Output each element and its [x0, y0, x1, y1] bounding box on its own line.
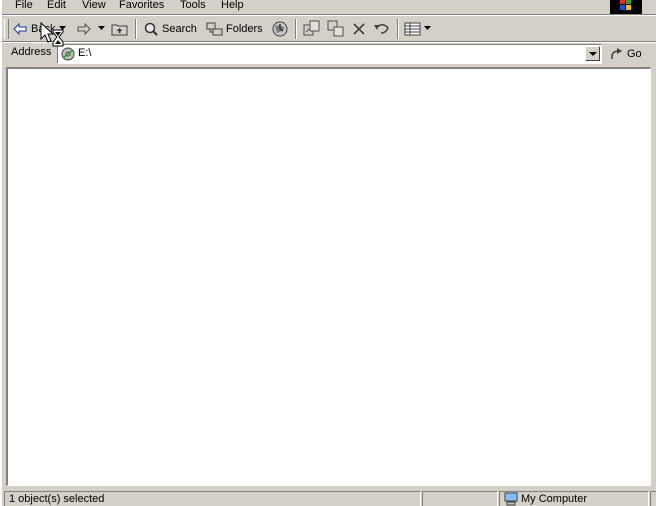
up-button[interactable]: [111, 18, 129, 40]
toolbar-separator: [295, 19, 297, 39]
views-dropdown-arrow-icon[interactable]: [424, 26, 431, 30]
address-value: E:\: [78, 47, 92, 59]
search-label: Search: [162, 23, 197, 35]
up-folder-icon: [111, 24, 128, 36]
back-button[interactable]: Back: [12, 18, 55, 40]
menu-bar: File Edit View Favorites Tools Help: [2, 0, 656, 16]
undo-button[interactable]: [373, 18, 391, 40]
menu-separator: [2, 14, 656, 16]
menu-view[interactable]: View: [80, 0, 108, 12]
history-icon: [272, 21, 288, 37]
menu-tools[interactable]: Tools: [178, 0, 208, 12]
address-input[interactable]: E:\: [57, 44, 602, 64]
address-label: Address: [11, 46, 52, 58]
folders-label: Folders: [226, 23, 263, 35]
back-dropdown-arrow-icon[interactable]: [59, 26, 66, 30]
status-bar: 1 object(s) selected My Computer: [2, 490, 656, 506]
search-button[interactable]: Search: [143, 18, 197, 40]
forward-button[interactable]: [76, 18, 92, 40]
menu-help[interactable]: Help: [219, 0, 246, 12]
toolbar-separator: [135, 19, 137, 39]
toolbar-separator: [397, 19, 399, 39]
status-location-text: My Computer: [521, 493, 588, 505]
address-dropdown-button[interactable]: [585, 46, 600, 61]
go-arrow-icon: [611, 48, 622, 60]
status-pane-selection: 1 object(s) selected: [4, 491, 421, 506]
move-to-button[interactable]: [303, 18, 321, 40]
toolbar-grip[interactable]: [4, 19, 9, 39]
folders-button[interactable]: Folders: [206, 18, 263, 40]
go-button[interactable]: Go: [608, 44, 642, 64]
address-bar: Address E:\ Go: [2, 43, 656, 65]
copy-to-icon: [327, 20, 344, 37]
back-arrow-icon: [13, 22, 27, 36]
back-label: Back: [31, 23, 56, 35]
folders-icon: [206, 22, 223, 36]
standard-toolbar: Back Search Folders: [2, 17, 656, 41]
menu-edit[interactable]: Edit: [45, 0, 68, 12]
menu-favorites[interactable]: Favorites: [117, 0, 166, 12]
copy-to-button[interactable]: [327, 18, 345, 40]
resize-grip[interactable]: [650, 491, 656, 506]
status-selection-text: 1 object(s) selected: [9, 493, 105, 505]
history-button[interactable]: [271, 18, 289, 40]
undo-icon: [374, 24, 389, 34]
views-button[interactable]: [404, 18, 422, 40]
file-view-area[interactable]: [6, 67, 651, 486]
go-label: Go: [627, 48, 642, 60]
status-pane-location: My Computer: [499, 491, 649, 506]
search-icon: [144, 22, 158, 36]
drive-icon: [61, 47, 75, 61]
forward-arrow-icon: [77, 22, 91, 36]
move-to-icon: [303, 20, 320, 36]
delete-icon: [353, 23, 365, 35]
computer-icon: [504, 492, 518, 506]
window-left-edge: [0, 0, 2, 506]
forward-dropdown-arrow-icon[interactable]: [98, 26, 105, 30]
menu-file[interactable]: File: [13, 0, 35, 12]
views-icon: [404, 22, 421, 36]
status-pane-empty: [422, 491, 498, 506]
delete-button[interactable]: [351, 18, 367, 40]
